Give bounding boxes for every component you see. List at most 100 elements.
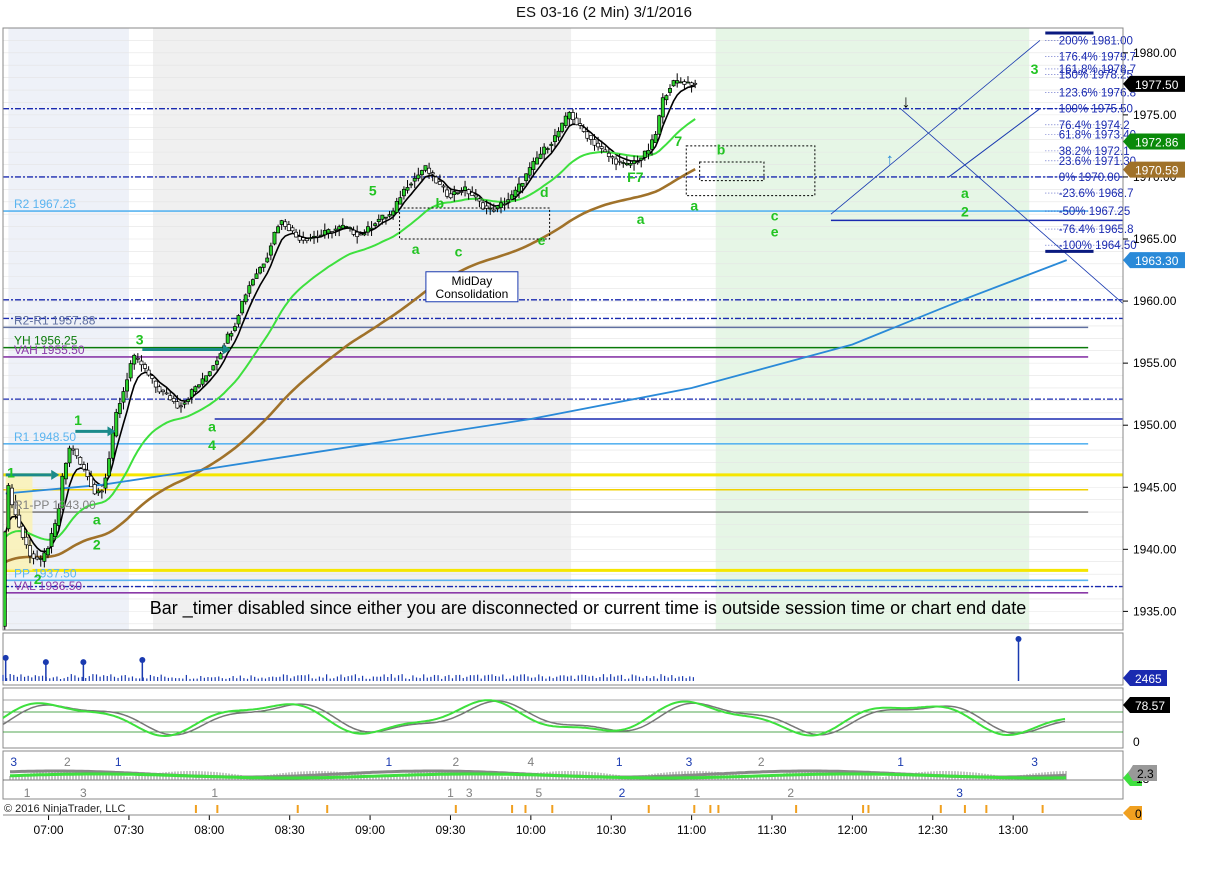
candle-body xyxy=(279,220,284,225)
timer-message: Bar _timer disabled since either you are… xyxy=(150,598,1026,619)
candle-body xyxy=(391,210,396,216)
fib-label: 0% 1970.00 xyxy=(1059,172,1120,184)
afternoon-band xyxy=(715,28,1030,630)
candle-body xyxy=(143,364,147,369)
macd-wave-label: 3 xyxy=(956,786,963,800)
candle-body xyxy=(322,230,327,236)
candle-body xyxy=(621,162,626,164)
candle-body xyxy=(401,188,406,197)
macd-wave-label: 2 xyxy=(758,755,765,769)
candle-body xyxy=(549,143,554,146)
session-marker xyxy=(693,805,696,813)
candle-body xyxy=(517,183,521,193)
macd-wave-label: 1 xyxy=(385,755,392,769)
session-marker xyxy=(647,805,650,813)
candle-body xyxy=(218,353,223,360)
candle-body xyxy=(38,558,43,560)
wave-label: c xyxy=(455,243,463,259)
candle-body xyxy=(330,231,334,233)
level-label: R2-R1 1957.88 xyxy=(14,313,96,327)
chart-canvas[interactable]: ↓↑ R2 1967.25R2-R1 1957.88YH 1956.25VAH … xyxy=(0,0,1208,871)
wave-label: e xyxy=(538,232,546,248)
y-tick-label: 1955.00 xyxy=(1133,356,1177,370)
session-marker xyxy=(1041,805,1044,813)
candle-body xyxy=(319,234,324,237)
candle-body xyxy=(499,202,503,208)
candle-body xyxy=(207,371,212,376)
candle-body xyxy=(387,214,392,217)
candle-body xyxy=(67,447,72,464)
x-tick-label: 11:30 xyxy=(757,823,786,837)
bottom-marker-label: 0 xyxy=(1135,807,1142,821)
candle-body xyxy=(419,170,424,176)
candle-body xyxy=(117,403,122,415)
candle-body xyxy=(574,117,579,126)
macd-wave-label: 1 xyxy=(447,786,454,800)
macd-wave-label: 3 xyxy=(10,755,17,769)
candle-body xyxy=(545,148,550,150)
morning-band xyxy=(153,28,572,630)
wave-label: 5 xyxy=(369,183,377,199)
candle-body xyxy=(369,227,374,230)
candle-body xyxy=(642,150,647,158)
candle-body xyxy=(294,231,299,238)
candle-body xyxy=(542,146,547,155)
candle-body xyxy=(197,384,201,388)
candle-body xyxy=(236,315,241,325)
candle-body xyxy=(470,192,475,196)
candle-body xyxy=(567,112,572,120)
candle-body xyxy=(135,357,140,360)
candle-body xyxy=(103,477,108,489)
candle-body xyxy=(693,82,698,85)
candle-body xyxy=(653,134,658,144)
candle-body xyxy=(355,231,360,237)
candle-body xyxy=(394,201,399,213)
candle-body xyxy=(366,226,370,233)
session-marker xyxy=(709,805,712,813)
x-tick-label: 07:30 xyxy=(114,823,144,837)
macd-wave-label: 1 xyxy=(115,755,122,769)
candle-body xyxy=(610,156,615,159)
candle-body xyxy=(380,214,385,220)
price-marker-label: 1977.50 xyxy=(1135,78,1179,92)
annotation-text: Consolidation xyxy=(436,287,509,301)
oscillator-marker-label: 78.57 xyxy=(1135,699,1165,713)
session-marker xyxy=(326,805,329,813)
session-marker xyxy=(551,805,554,813)
candle-body xyxy=(675,80,680,84)
macd-wave-label: 5 xyxy=(536,786,543,800)
volume-spike-dot xyxy=(139,657,146,663)
macd-wave-label: 4 xyxy=(528,755,535,769)
candle-body xyxy=(506,199,511,203)
candle-body xyxy=(509,194,514,200)
wave-label: 1 xyxy=(74,412,82,428)
candle-body xyxy=(477,198,482,202)
macd-wave-label: 1 xyxy=(24,786,31,800)
x-tick-label: 08:30 xyxy=(275,823,305,837)
candle-body xyxy=(247,285,252,294)
candle-body xyxy=(132,354,137,365)
candle-body xyxy=(520,182,525,187)
candle-body xyxy=(250,279,255,286)
candle-body xyxy=(657,115,662,135)
y-tick-label: 1980.00 xyxy=(1133,46,1177,60)
session-marker xyxy=(963,805,966,813)
candle-body xyxy=(452,191,457,195)
candle-body xyxy=(308,237,313,240)
x-tick-label: 10:00 xyxy=(516,823,546,837)
candle-body xyxy=(527,167,532,176)
copyright-text: © 2016 NinjaTrader, LLC xyxy=(4,803,125,815)
fib-label: -100% 1964.50 xyxy=(1059,240,1137,252)
wave-label: a xyxy=(208,418,216,434)
candle-body xyxy=(333,228,338,231)
candle-body xyxy=(502,203,507,206)
session-marker xyxy=(795,805,798,813)
candle-body xyxy=(283,221,288,227)
candle-body xyxy=(182,402,187,405)
macd-wave-label: 2 xyxy=(64,755,71,769)
candle-body xyxy=(193,386,198,392)
candle-body xyxy=(373,223,378,226)
candle-body xyxy=(614,158,619,165)
candle-body xyxy=(114,411,119,437)
candle-body xyxy=(513,189,518,197)
